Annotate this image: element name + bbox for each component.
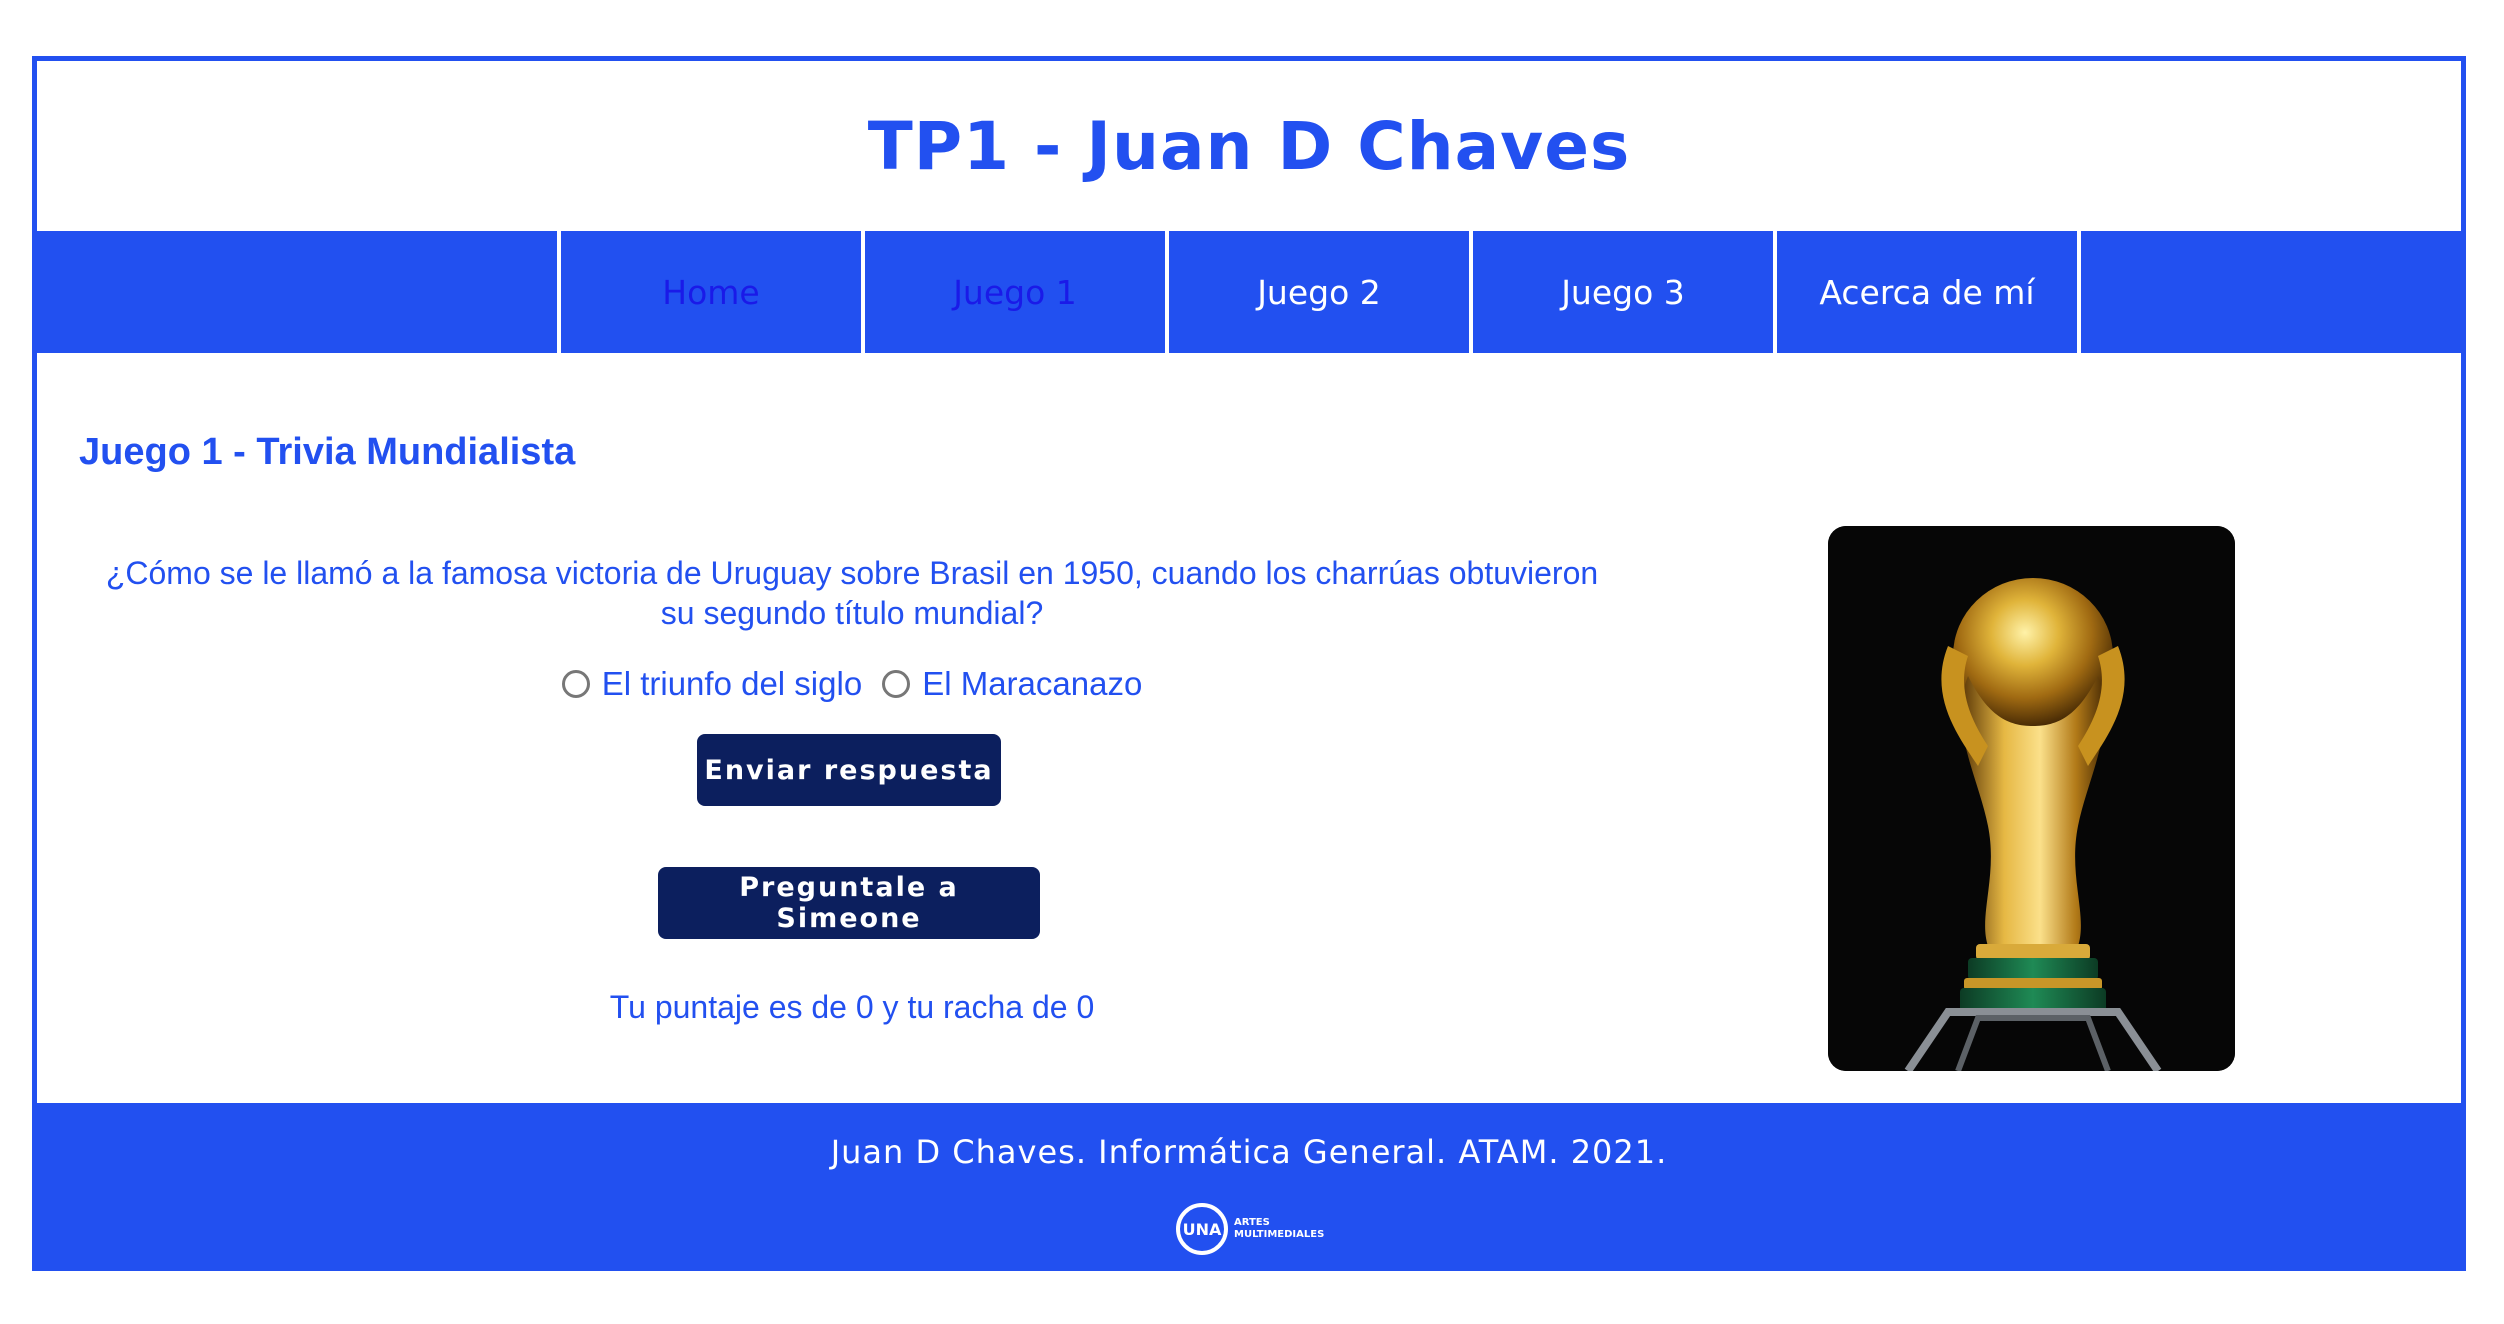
ask-simeone-button[interactable]: Preguntale a Simeone [658, 867, 1040, 939]
answer-options: El triunfo del siglo El Maracanazo [37, 665, 1667, 703]
option-triunfo-del-siglo[interactable]: El triunfo del siglo [561, 665, 863, 703]
footer-text: Juan D Chaves. Informática General. ATAM… [830, 1133, 1668, 1171]
nav-item-juego-1[interactable]: Juego 1 [865, 231, 1165, 353]
section-title: Juego 1 - Trivia Mundialista [79, 431, 576, 473]
trophy-green-band-top [1968, 958, 2098, 980]
world-cup-trophy-image [1828, 526, 2235, 1071]
main-content: Juego 1 - Trivia Mundialista ¿Cómo se le… [37, 353, 2461, 1103]
nav-item-juego-2[interactable]: Juego 2 [1169, 231, 1469, 353]
nav-item-juego-3[interactable]: Juego 3 [1473, 231, 1773, 353]
page-frame: TP1 - Juan D Chaves Home Juego 1 Juego 2… [32, 56, 2466, 1271]
trophy-base-ring [1976, 944, 2090, 960]
trophy-icon [1828, 526, 2235, 1071]
una-logo-text: ARTES MULTIMEDIALES [1234, 1217, 1324, 1241]
score-text: Tu puntaje es de 0 y tu racha de 0 [609, 989, 1095, 1025]
nav-item-acerca-de-mi[interactable]: Acerca de mí [1777, 231, 2077, 353]
logo-line-2: MULTIMEDIALES [1234, 1229, 1325, 1240]
nav-separator [2077, 231, 2081, 353]
logo-line-1: ARTES [1234, 1217, 1270, 1228]
site-title: TP1 - Juan D Chaves [867, 107, 1631, 185]
option-label: El triunfo del siglo [601, 665, 863, 702]
radio-button[interactable] [882, 670, 911, 698]
main-nav: Home Juego 1 Juego 2 Juego 3 Acerca de m… [32, 231, 2466, 353]
site-footer: Juan D Chaves. Informática General. ATAM… [32, 1103, 2466, 1271]
una-logo: UNA ARTES MULTIMEDIALES [1176, 1203, 1324, 1255]
option-maracanazo[interactable]: El Maracanazo [882, 665, 1142, 703]
radio-button[interactable] [561, 670, 590, 698]
nav-item-home[interactable]: Home [561, 231, 861, 353]
option-label: El Maracanazo [922, 665, 1143, 702]
site-header: TP1 - Juan D Chaves [37, 61, 2461, 231]
una-logo-mark: UNA [1176, 1203, 1228, 1255]
submit-answer-button[interactable]: Enviar respuesta [697, 734, 1001, 806]
trivia-question: ¿Cómo se le llamó a la famosa victoria d… [105, 555, 1599, 631]
